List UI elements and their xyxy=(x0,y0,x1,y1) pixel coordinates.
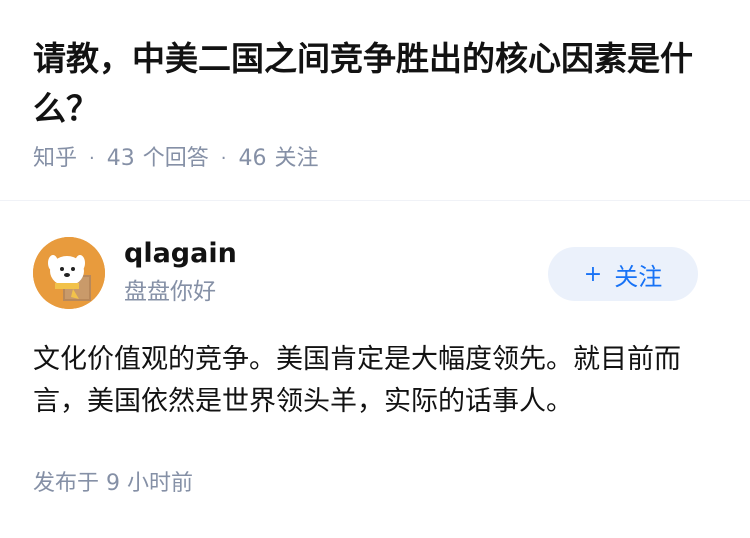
question-header: 请教，中美二国之间竞争胜出的核心因素是什么？ 知乎 · 43 个回答 · 46 … xyxy=(0,0,750,200)
follower-count: 46 xyxy=(238,146,267,171)
author-name[interactable]: qlagain xyxy=(124,237,237,271)
author-bio: 盘盘你好 xyxy=(124,279,216,305)
answer-card: qlagain 盘盘你好 + 关注 文化价值观的竞争。美国肯定是大幅度领先。就目… xyxy=(0,201,750,538)
meta-separator: · xyxy=(220,148,227,169)
question-title[interactable]: 请教，中美二国之间竞争胜出的核心因素是什么？ xyxy=(33,34,723,134)
answer-content[interactable]: 文化价值观的竞争。美国肯定是大幅度领先。就目前而言，美国依然是世界领头羊，实际的… xyxy=(33,339,713,423)
avatar[interactable] xyxy=(33,237,105,309)
follow-button[interactable]: + 关注 xyxy=(548,247,698,301)
answer-count-label[interactable]: 个回答 xyxy=(143,143,209,175)
plus-icon: + xyxy=(583,261,603,287)
question-meta: 知乎 · 43 个回答 · 46 关注 xyxy=(33,143,319,175)
answer-count: 43 xyxy=(106,146,135,171)
avatar-dog-icon xyxy=(33,237,105,309)
publish-time: 发布于 9 小时前 xyxy=(33,471,193,496)
source-label[interactable]: 知乎 xyxy=(33,143,77,175)
follower-count-label[interactable]: 关注 xyxy=(275,143,319,175)
follow-button-label: 关注 xyxy=(614,262,663,291)
meta-separator: · xyxy=(89,148,95,169)
